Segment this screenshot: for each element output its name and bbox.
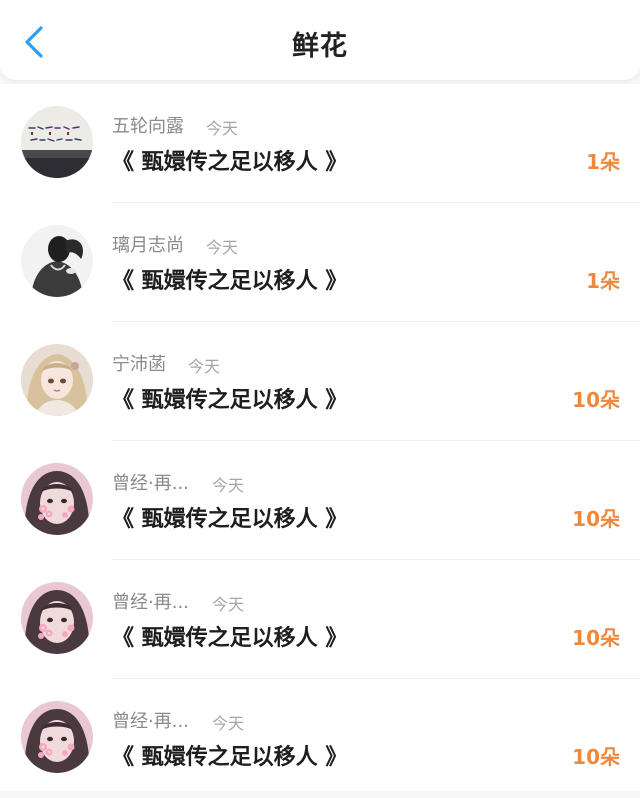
anime-girl-avatar-icon[interactable] <box>21 344 93 416</box>
timestamp: 今天 <box>212 714 245 733</box>
work-title[interactable]: 《 甄嬛传之足以移人 》 <box>112 263 347 295</box>
flower-count: 10朵 <box>572 507 620 531</box>
username[interactable]: 璃月志尚 <box>112 231 184 257</box>
flower-count: 10朵 <box>572 745 620 769</box>
flower-list: 五轮向露 今天 《 甄嬛传之足以移人 》 1朵 璃月志尚 今天 《 甄嬛传之足以… <box>0 84 640 791</box>
list-item[interactable]: 宁沛菡 今天 《 甄嬛传之足以移人 》 10朵 <box>0 322 640 441</box>
username[interactable]: 曾经·再... <box>112 588 189 614</box>
username[interactable]: 宁沛菡 <box>112 350 166 376</box>
timestamp: 今天 <box>206 238 239 257</box>
monochrome-figure-avatar-icon[interactable] <box>21 225 93 297</box>
timestamp: 今天 <box>206 119 239 138</box>
flower-count: 1朵 <box>586 269 620 293</box>
username[interactable]: 曾经·再... <box>112 469 189 495</box>
work-title[interactable]: 《 甄嬛传之足以移人 》 <box>112 620 347 652</box>
list-item[interactable]: 曾经·再... 今天 《 甄嬛传之足以移人 》 10朵 <box>0 441 640 560</box>
calligraphy-avatar-icon[interactable] <box>21 106 93 178</box>
timestamp: 今天 <box>188 357 221 376</box>
flower-count: 10朵 <box>572 626 620 650</box>
work-title[interactable]: 《 甄嬛传之足以移人 》 <box>112 739 347 771</box>
timestamp: 今天 <box>212 476 245 495</box>
flower-girl-avatar-icon[interactable] <box>21 582 93 654</box>
flower-girl-avatar-icon[interactable] <box>21 701 93 773</box>
flower-girl-avatar-icon[interactable] <box>21 463 93 535</box>
list-item[interactable]: 曾经·再... 今天 《 甄嬛传之足以移人 》 10朵 <box>0 560 640 679</box>
list-item[interactable]: 璃月志尚 今天 《 甄嬛传之足以移人 》 1朵 <box>0 203 640 322</box>
flower-count: 10朵 <box>572 388 620 412</box>
top-bar: 鲜花 <box>0 0 640 80</box>
page-title: 鲜花 <box>292 31 348 62</box>
list-item[interactable]: 五轮向露 今天 《 甄嬛传之足以移人 》 1朵 <box>0 84 640 203</box>
username[interactable]: 五轮向露 <box>112 112 184 138</box>
flower-count: 1朵 <box>586 150 620 174</box>
list-item[interactable]: 曾经·再... 今天 《 甄嬛传之足以移人 》 10朵 <box>0 679 640 798</box>
work-title[interactable]: 《 甄嬛传之足以移人 》 <box>112 501 347 533</box>
work-title[interactable]: 《 甄嬛传之足以移人 》 <box>112 382 347 414</box>
work-title[interactable]: 《 甄嬛传之足以移人 》 <box>112 144 347 176</box>
timestamp: 今天 <box>212 595 245 614</box>
username[interactable]: 曾经·再... <box>112 707 189 733</box>
